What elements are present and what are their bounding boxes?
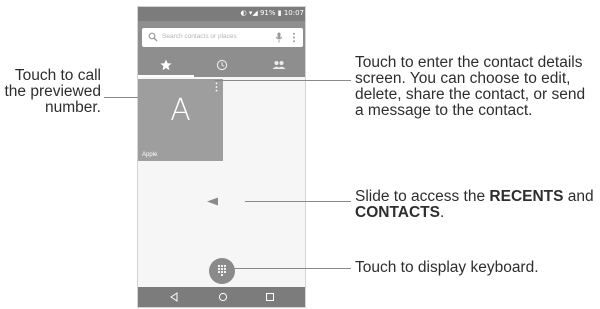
tab-favorites[interactable] bbox=[138, 54, 194, 77]
search-box[interactable]: Search contacts or places bbox=[142, 28, 303, 47]
leader-line-keyboard bbox=[232, 268, 351, 269]
slide-end: . bbox=[439, 204, 445, 221]
dialer-toolbar: Search contacts or places bbox=[138, 21, 305, 77]
dialpad-icon bbox=[217, 264, 227, 277]
leader-line-call bbox=[104, 97, 138, 98]
slide-arrow bbox=[207, 197, 218, 206]
contact-initial: A bbox=[170, 93, 191, 128]
callout-contact-details: Touch to enter the contact details scree… bbox=[355, 54, 586, 119]
favorite-contact-card[interactable]: A Apple bbox=[138, 79, 223, 161]
callout-call-number: Touch to call the previewed number. bbox=[4, 67, 101, 116]
star-icon bbox=[160, 59, 172, 71]
slide-and: and bbox=[563, 188, 594, 205]
tab-recents[interactable] bbox=[194, 54, 250, 77]
navigation-bar bbox=[138, 287, 305, 307]
callout-keyboard: Touch to display keyboard. bbox=[355, 259, 539, 276]
search-icon bbox=[148, 32, 158, 42]
leader-line-details bbox=[215, 80, 351, 81]
callout-slide: Slide to access the RECENTS and CONTACTS… bbox=[355, 189, 595, 221]
slide-prefix: Slide to access the bbox=[355, 188, 490, 205]
slide-contacts: CONTACTS bbox=[355, 204, 440, 221]
more-vert-icon[interactable] bbox=[292, 32, 296, 43]
status-text: ◐ ▾◢ 91% ▮ 10:07 bbox=[240, 9, 305, 17]
mic-icon[interactable] bbox=[275, 32, 283, 43]
tab-indicator bbox=[138, 75, 194, 77]
contact-menu-icon[interactable] bbox=[215, 82, 218, 92]
search-placeholder: Search contacts or places bbox=[162, 33, 237, 40]
home-icon[interactable] bbox=[218, 292, 228, 302]
leader-line-slide bbox=[245, 201, 351, 202]
status-bar: ◐ ▾◢ 91% ▮ 10:07 bbox=[138, 7, 305, 21]
recents-icon[interactable] bbox=[265, 292, 275, 302]
back-icon[interactable] bbox=[169, 292, 179, 302]
people-icon bbox=[272, 61, 286, 69]
dialpad-button[interactable] bbox=[209, 258, 235, 284]
slide-recents: RECENTS bbox=[489, 188, 564, 205]
contact-name: Apple bbox=[142, 152, 158, 158]
tab-contacts[interactable] bbox=[250, 54, 305, 77]
clock-icon bbox=[216, 59, 228, 71]
phone-screenshot: ◐ ▾◢ 91% ▮ 10:07 Search contacts or plac… bbox=[137, 6, 306, 308]
